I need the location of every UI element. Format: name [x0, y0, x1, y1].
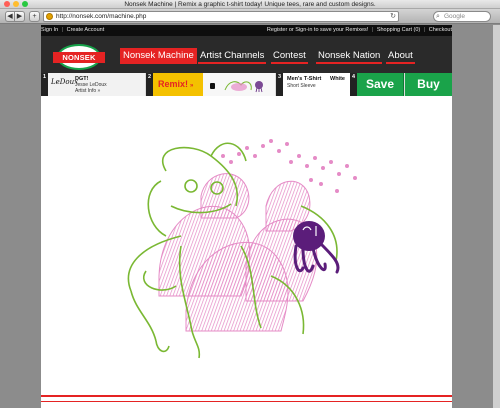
steps-bar: 1 LeDoux DGT! Jesse LeDoux Artist Info »…: [41, 73, 452, 96]
remix-label: Remix!: [158, 79, 189, 89]
search-placeholder: Google: [444, 13, 465, 20]
shirt-type: Men's T-Shirt: [287, 76, 322, 82]
browser-toolbar: ◀ ▶ + http://nonsek.com/machine.php ↻ ⌕ …: [0, 9, 500, 24]
search-icon: ⌕: [436, 13, 440, 20]
step-number: 2: [146, 73, 153, 96]
save-button[interactable]: Save: [357, 73, 404, 96]
separator: |: [61, 27, 64, 33]
register-link[interactable]: Register or Sign-in to save your Remixes…: [267, 27, 368, 33]
buy-button[interactable]: Buy: [405, 73, 452, 96]
window-titlebar: Nonsek Machine | Remix a graphic t-shirt…: [0, 0, 500, 9]
shopping-cart-link[interactable]: Shopping Cart (0): [377, 27, 420, 33]
plus-icon: +: [32, 13, 37, 20]
address-text: http://nonsek.com/machine.php: [56, 13, 147, 20]
remix-step: Remix!»: [153, 73, 275, 96]
add-bookmark-button[interactable]: +: [29, 11, 40, 22]
nonsek-logo[interactable]: NONSEK: [53, 44, 105, 70]
remix-button[interactable]: Remix!»: [153, 73, 203, 96]
step-number: 1: [41, 73, 48, 96]
step-number: 3: [276, 73, 283, 96]
nav-item-contest[interactable]: Contest: [271, 48, 308, 64]
back-button[interactable]: ◀: [5, 11, 15, 22]
checkout-link[interactable]: Checkout: [429, 27, 452, 33]
artist-info-link[interactable]: Artist Info »: [75, 88, 100, 94]
footer-divider-thin: [41, 401, 452, 402]
shirt-color: White: [330, 76, 345, 82]
sign-in-link[interactable]: Sign In: [41, 27, 58, 33]
nav-item-nonsek-machine[interactable]: Nonsek Machine: [120, 48, 197, 64]
back-arrow-icon: ◀: [7, 13, 13, 20]
tshirt-design-preview[interactable]: [41, 96, 452, 391]
lock-icon: [210, 83, 215, 89]
footer-divider: [41, 395, 452, 397]
shirt-sleeve: Short Sleeve: [287, 83, 316, 89]
design-thumbnail[interactable]: [221, 76, 271, 93]
artist-step[interactable]: LeDoux DGT! Jesse LeDoux Artist Info »: [48, 73, 145, 96]
nav-item-about[interactable]: About: [386, 48, 415, 64]
nav-item-artist-channels[interactable]: Artist Channels: [198, 48, 267, 64]
separator: |: [371, 27, 374, 33]
forward-button[interactable]: ▶: [15, 11, 25, 22]
page-scrollbar[interactable]: [493, 25, 500, 408]
shirt-step[interactable]: Men's T-Shirt Short Sleeve White: [283, 73, 350, 96]
window-title: Nonsek Machine | Remix a graphic t-shirt…: [124, 1, 376, 8]
create-account-link[interactable]: Create Account: [67, 27, 105, 33]
remix-arrow-icon: »: [190, 83, 194, 89]
logo-text: NONSEK: [53, 52, 105, 63]
forward-arrow-icon: ▶: [16, 13, 23, 20]
address-bar[interactable]: http://nonsek.com/machine.php ↻: [43, 11, 399, 22]
step-number: 4: [350, 73, 357, 96]
separator: |: [423, 27, 426, 33]
nav-item-nonsek-nation[interactable]: Nonsek Nation: [316, 48, 383, 64]
site-favicon-icon: [46, 13, 53, 20]
utility-bar: Sign In | Create Account Register or Sig…: [41, 25, 452, 36]
web-page: Sign In | Create Account Register or Sig…: [41, 25, 452, 408]
reload-icon[interactable]: ↻: [390, 12, 396, 21]
search-input[interactable]: ⌕ Google: [433, 11, 491, 22]
